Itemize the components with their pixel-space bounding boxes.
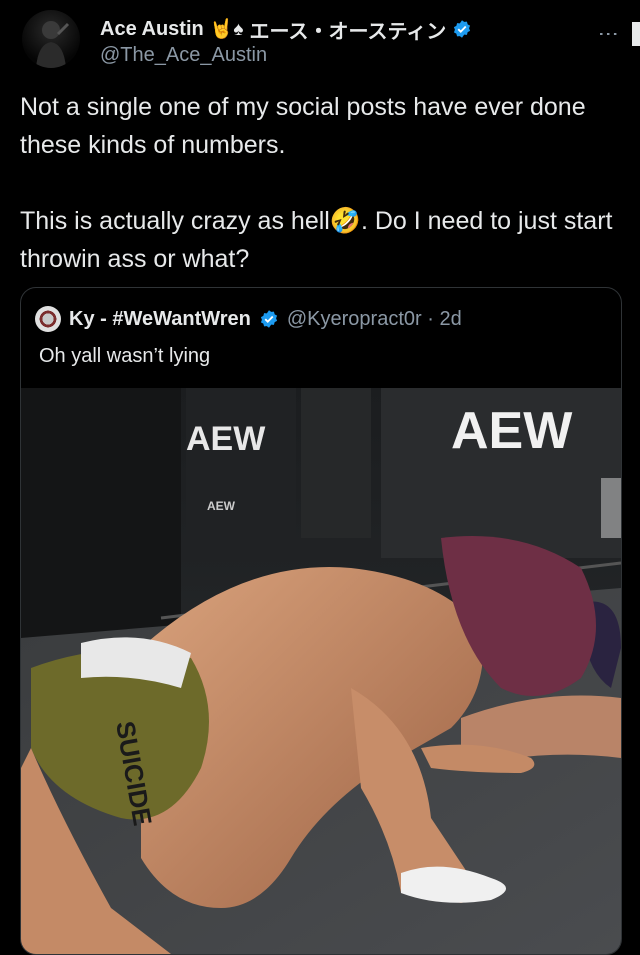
quoted-media-image[interactable]: AEW AEW AEW SUICIDE (21, 388, 621, 954)
quoted-header: Ky - #WeWantWren @Kyeropract0r · 2d (35, 306, 462, 332)
quoted-display-name[interactable]: Ky - #WeWantWren (69, 308, 251, 331)
tweet-body: Not a single one of my social posts have… (20, 88, 620, 316)
quoted-tweet-card[interactable]: Ky - #WeWantWren @Kyeropract0r · 2d Oh y… (20, 287, 622, 955)
aew-sign-left: AEW (186, 420, 266, 458)
tweet-paragraph: Not a single one of my social posts have… (20, 93, 586, 159)
avatar-silhouette-icon (36, 21, 70, 68)
verified-badge-icon (260, 310, 277, 328)
quoted-avatar[interactable] (35, 306, 61, 332)
scrollbar-edge (632, 22, 640, 46)
aew-sign-right: AEW (451, 402, 573, 460)
author-handle[interactable]: @The_Ace_Austin (100, 44, 267, 67)
aew-sign-small: AEW (207, 499, 236, 513)
more-vertical-icon[interactable]: ⋮ (597, 24, 619, 43)
quoted-handle-time[interactable]: @Kyeropract0r · 2d (287, 308, 462, 331)
author-japanese-name[interactable]: エース・オースティン (250, 15, 447, 44)
author-display-name[interactable]: Ace Austin (100, 18, 204, 41)
author-avatar[interactable] (22, 10, 80, 68)
tweet-paragraph: This is actually crazy as hell🤣. Do I ne… (20, 207, 613, 273)
tweet-header: Ace Austin 🤘♠ エース・オースティン @The_Ace_Austin… (0, 0, 640, 80)
author-name-row: Ace Austin 🤘♠ エース・オースティン (100, 14, 472, 44)
verified-badge-icon (454, 20, 471, 38)
wrestling-photo: AEW AEW AEW SUICIDE (21, 388, 621, 954)
author-emojis: 🤘♠ (209, 19, 244, 40)
quoted-text: Oh yall wasn’t lying (39, 345, 211, 367)
